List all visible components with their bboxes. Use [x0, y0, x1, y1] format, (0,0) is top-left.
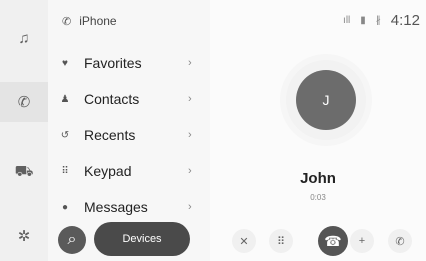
search-icon: ⌕ — [67, 231, 77, 248]
search-button[interactable]: ⌕ — [58, 226, 86, 254]
vehicle-button[interactable]: ⛟ — [0, 152, 48, 192]
mic-off-icon: ✕ — [239, 235, 249, 248]
avatar: J — [296, 70, 356, 130]
call-panel: ıll ▮ ∦ 4:12 J John 0:03 ✕ ⠿ ☎ + ✆ — [210, 0, 426, 261]
menu-item-contacts[interactable]: ♟ Contacts › — [48, 81, 210, 117]
gear-icon: ✲ — [17, 228, 31, 245]
chevron-right-icon: › — [188, 57, 192, 69]
device-header: ✆ iPhone — [62, 11, 117, 31]
end-call-button[interactable]: ☎ — [318, 226, 348, 256]
menu-item-label: Recents — [84, 127, 136, 143]
chevron-right-icon: › — [188, 93, 192, 105]
music-icon: ♫ — [18, 29, 30, 47]
devices-button[interactable]: Devices — [94, 222, 190, 256]
menu-item-label: Favorites — [84, 55, 142, 71]
music-button[interactable]: ♫ — [0, 18, 48, 58]
menu-item-label: Keypad — [84, 163, 132, 179]
clock: 4:12 — [390, 12, 420, 29]
keypad-icon: ⠿ — [61, 165, 69, 177]
caller-name: John — [300, 170, 336, 187]
heart-icon: ♥ — [62, 57, 68, 69]
menu-item-keypad[interactable]: ⠿ Keypad › — [48, 153, 210, 189]
bluetooth-icon: ∦ — [375, 15, 381, 26]
phone-transfer-icon: ✆ — [395, 235, 405, 248]
switch-call-button[interactable]: ✆ — [388, 229, 412, 253]
add-participant-button[interactable]: + — [350, 229, 374, 253]
chevron-right-icon: › — [188, 129, 192, 141]
app-sidebar: ♫ ✆ ⛟ ✲ — [0, 0, 49, 261]
history-icon: ↺ — [60, 129, 70, 141]
phone-icon: ✆ — [62, 15, 72, 28]
keypad-icon: ⠿ — [276, 235, 286, 248]
menu-item-messages[interactable]: ● Messages › — [48, 189, 210, 225]
battery-icon: ▮ — [360, 15, 366, 26]
keypad-button[interactable]: ⠿ — [269, 229, 293, 253]
phone-icon: ✆ — [17, 94, 31, 111]
menu-item-label: Messages — [84, 199, 148, 215]
signal-icon: ıll — [343, 15, 351, 26]
status-bar: ıll ▮ ∦ 4:12 — [343, 12, 420, 29]
settings-button[interactable]: ✲ — [0, 216, 48, 256]
hangup-icon: ☎ — [324, 232, 342, 249]
message-icon: ● — [61, 201, 69, 213]
device-name: iPhone — [79, 14, 117, 28]
mute-button[interactable]: ✕ — [232, 229, 256, 253]
menu-item-favorites[interactable]: ♥ Favorites › — [48, 45, 210, 81]
menu-item-label: Contacts — [84, 91, 140, 107]
chevron-right-icon: › — [188, 165, 192, 177]
car-icon: ⛟ — [14, 162, 34, 180]
chevron-right-icon: › — [188, 201, 192, 213]
phone-button[interactable]: ✆ — [0, 82, 48, 122]
person-icon: ♟ — [60, 93, 70, 105]
menu-item-recents[interactable]: ↺ Recents › — [48, 117, 210, 153]
call-duration: 0:03 — [310, 193, 326, 202]
avatar-initial: J — [322, 92, 330, 108]
add-person-icon: + — [358, 235, 366, 247]
